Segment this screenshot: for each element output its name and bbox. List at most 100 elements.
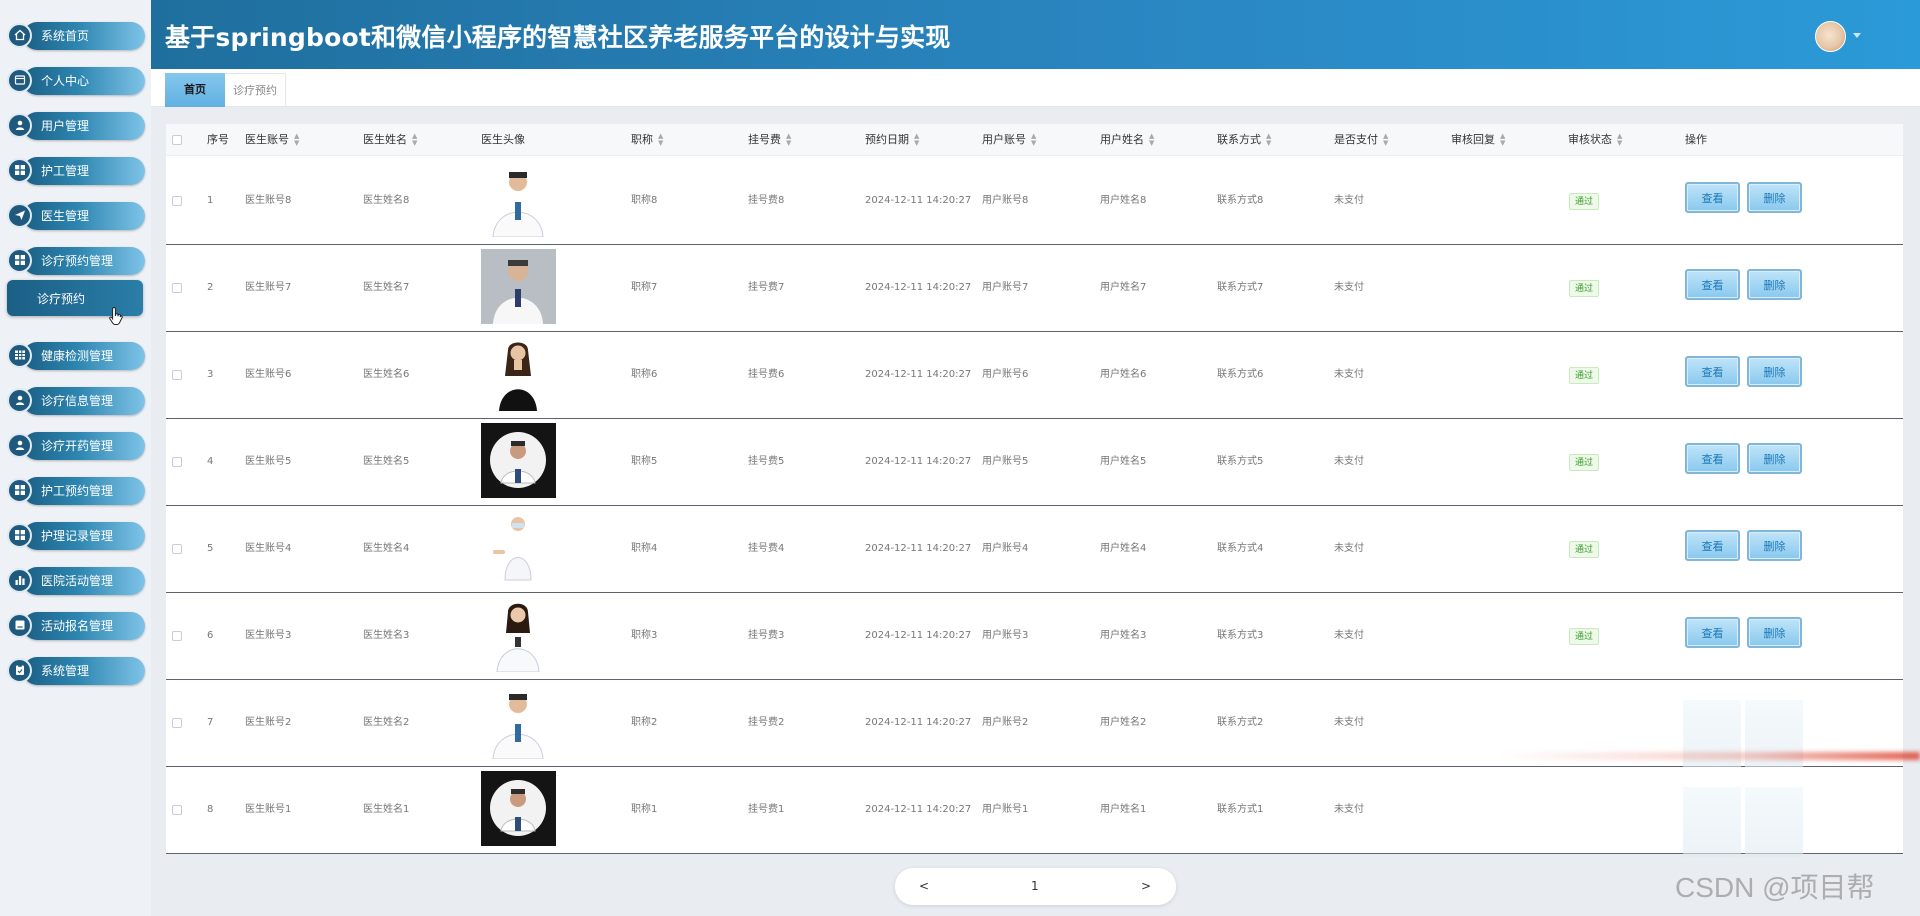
cell-title: 职称1 <box>631 804 658 815</box>
sidebar-item-13[interactable]: 系统管理 <box>7 655 145 685</box>
cell-index: 4 <box>207 456 214 467</box>
sidebar-item-6[interactable]: 健康检测管理 <box>7 340 145 370</box>
sidebar-item-5[interactable]: 诊疗预约管理 <box>7 245 145 275</box>
tab-appointment[interactable]: 诊疗预约 <box>225 73 286 107</box>
doctor-avatar-image <box>481 771 556 846</box>
sidebar-item-label: 系统首页 <box>41 28 90 43</box>
row-checkbox[interactable] <box>172 370 182 380</box>
table-row: 8 医生账号1 医生姓名1 职称1 挂号费1 2024-12-11 14:20:27 用户账… <box>166 767 1903 857</box>
cell-doctor-name: 医生姓名3 <box>363 630 410 641</box>
sidebar-item-9[interactable]: 护工预约管理 <box>7 475 145 505</box>
cell-date: 2024-12-11 14:20:27 <box>865 717 972 728</box>
sort-icon[interactable]: ▲ ▼ <box>1266 133 1271 147</box>
col-fee[interactable]: 挂号费 ▲ ▼ <box>748 124 791 156</box>
view-button[interactable]: 查看 <box>1685 269 1740 300</box>
row-checkbox[interactable] <box>172 544 182 554</box>
sidebar-item-label: 护理记录管理 <box>41 528 114 543</box>
view-button-placeholder <box>1683 787 1741 857</box>
cell-paid: 未支付 <box>1334 717 1364 728</box>
col-review-status[interactable]: 审核状态 ▲ ▼ <box>1568 124 1622 156</box>
cell-user-account: 用户账号7 <box>982 282 1029 293</box>
sidebar-item-11[interactable]: 医院活动管理 <box>7 565 145 595</box>
col-doctor-name[interactable]: 医生姓名 ▲ ▼ <box>363 124 417 156</box>
view-button[interactable]: 查看 <box>1685 182 1740 213</box>
col-doctor-account[interactable]: 医生账号 ▲ ▼ <box>245 124 299 156</box>
sidebar-item-0[interactable]: 系统首页 <box>7 20 145 50</box>
col-title[interactable]: 职称 ▲ ▼ <box>631 124 663 156</box>
cell-doctor-name: 医生姓名4 <box>363 543 410 554</box>
sidebar-item-10[interactable]: 护理记录管理 <box>7 520 145 550</box>
caret-down-icon[interactable] <box>1853 33 1861 38</box>
sort-icon[interactable]: ▲ ▼ <box>914 133 919 147</box>
doctor-avatar-image <box>481 162 556 237</box>
sort-icon[interactable]: ▲ ▼ <box>294 133 299 147</box>
cell-doctor-account: 医生账号1 <box>245 804 292 815</box>
delete-button[interactable]: 删除 <box>1747 617 1802 648</box>
col-review-reply[interactable]: 审核回复 ▲ ▼ <box>1451 124 1505 156</box>
select-all-checkbox[interactable] <box>172 135 182 145</box>
view-button[interactable]: 查看 <box>1685 356 1740 387</box>
send-icon <box>7 202 32 228</box>
col-paid[interactable]: 是否支付 ▲ ▼ <box>1334 124 1388 156</box>
col-date-label: 预约日期 <box>865 133 909 146</box>
sidebar-item-1[interactable]: 个人中心 <box>7 65 145 95</box>
sort-icon[interactable]: ▲ ▼ <box>1500 133 1505 147</box>
sort-icon[interactable]: ▲ ▼ <box>658 133 663 147</box>
doctor-avatar-image <box>481 510 556 585</box>
sort-icon[interactable]: ▲ ▼ <box>1617 133 1622 147</box>
view-button[interactable]: 查看 <box>1685 443 1740 474</box>
col-index: 序号 <box>207 133 229 146</box>
view-button[interactable]: 查看 <box>1685 530 1740 561</box>
chart-icon <box>7 567 32 593</box>
sort-icon[interactable]: ▲ ▼ <box>786 133 791 147</box>
sidebar-item-12[interactable]: 活动报名管理 <box>7 610 145 640</box>
grid-icon <box>7 157 32 183</box>
cell-contact: 联系方式2 <box>1217 717 1264 728</box>
user-avatar[interactable] <box>1815 21 1846 52</box>
cell-date: 2024-12-11 14:20:27 <box>865 630 972 641</box>
col-user-name[interactable]: 用户姓名 ▲ ▼ <box>1100 124 1154 156</box>
row-checkbox[interactable] <box>172 457 182 467</box>
cell-user-name: 用户姓名4 <box>1100 543 1147 554</box>
sidebar-item-7[interactable]: 诊疗信息管理 <box>7 385 145 415</box>
col-title-label: 职称 <box>631 133 653 146</box>
sort-icon[interactable]: ▲ ▼ <box>1149 133 1154 147</box>
col-user-account[interactable]: 用户账号 ▲ ▼ <box>982 124 1036 156</box>
cell-contact: 联系方式7 <box>1217 282 1264 293</box>
user-icon <box>7 387 32 413</box>
prev-page-button[interactable]: < <box>919 868 929 905</box>
current-page[interactable]: 1 <box>1031 868 1039 905</box>
cell-fee: 挂号费8 <box>748 195 785 206</box>
col-contact[interactable]: 联系方式 ▲ ▼ <box>1217 124 1271 156</box>
row-checkbox[interactable] <box>172 805 182 815</box>
col-date[interactable]: 预约日期 ▲ ▼ <box>865 124 919 156</box>
sidebar-item-2[interactable]: 用户管理 <box>7 110 145 140</box>
delete-button[interactable]: 删除 <box>1747 443 1802 474</box>
hand-cursor-icon <box>109 306 123 325</box>
status-badge: 通过 <box>1569 541 1600 558</box>
delete-button[interactable]: 删除 <box>1747 530 1802 561</box>
sidebar-item-3[interactable]: 护工管理 <box>7 155 145 185</box>
table-row: 6 医生账号3 医生姓名3 职称3 挂号费3 2024-12-11 14:20:27 用户账… <box>166 593 1903 680</box>
tab-home[interactable]: 首页 <box>165 73 225 107</box>
sort-icon[interactable]: ▲ ▼ <box>1031 133 1036 147</box>
sidebar-item-label: 诊疗预约管理 <box>41 253 114 268</box>
cell-index: 2 <box>207 282 214 293</box>
home-icon <box>7 22 32 48</box>
row-checkbox[interactable] <box>172 718 182 728</box>
view-button[interactable]: 查看 <box>1685 617 1740 648</box>
delete-button-placeholder <box>1745 787 1803 857</box>
sidebar-item-8[interactable]: 诊疗开药管理 <box>7 430 145 460</box>
status-badge: 通过 <box>1569 628 1600 645</box>
delete-button[interactable]: 删除 <box>1747 182 1802 213</box>
row-checkbox[interactable] <box>172 283 182 293</box>
delete-button[interactable]: 删除 <box>1747 269 1802 300</box>
sidebar-item-4[interactable]: 医生管理 <box>7 200 145 230</box>
row-checkbox[interactable] <box>172 631 182 641</box>
sort-icon[interactable]: ▲ ▼ <box>1383 133 1388 147</box>
cell-user-name: 用户姓名8 <box>1100 195 1147 206</box>
sort-icon[interactable]: ▲ ▼ <box>412 133 417 147</box>
delete-button[interactable]: 删除 <box>1747 356 1802 387</box>
row-checkbox[interactable] <box>172 196 182 206</box>
next-page-button[interactable]: > <box>1141 868 1151 905</box>
